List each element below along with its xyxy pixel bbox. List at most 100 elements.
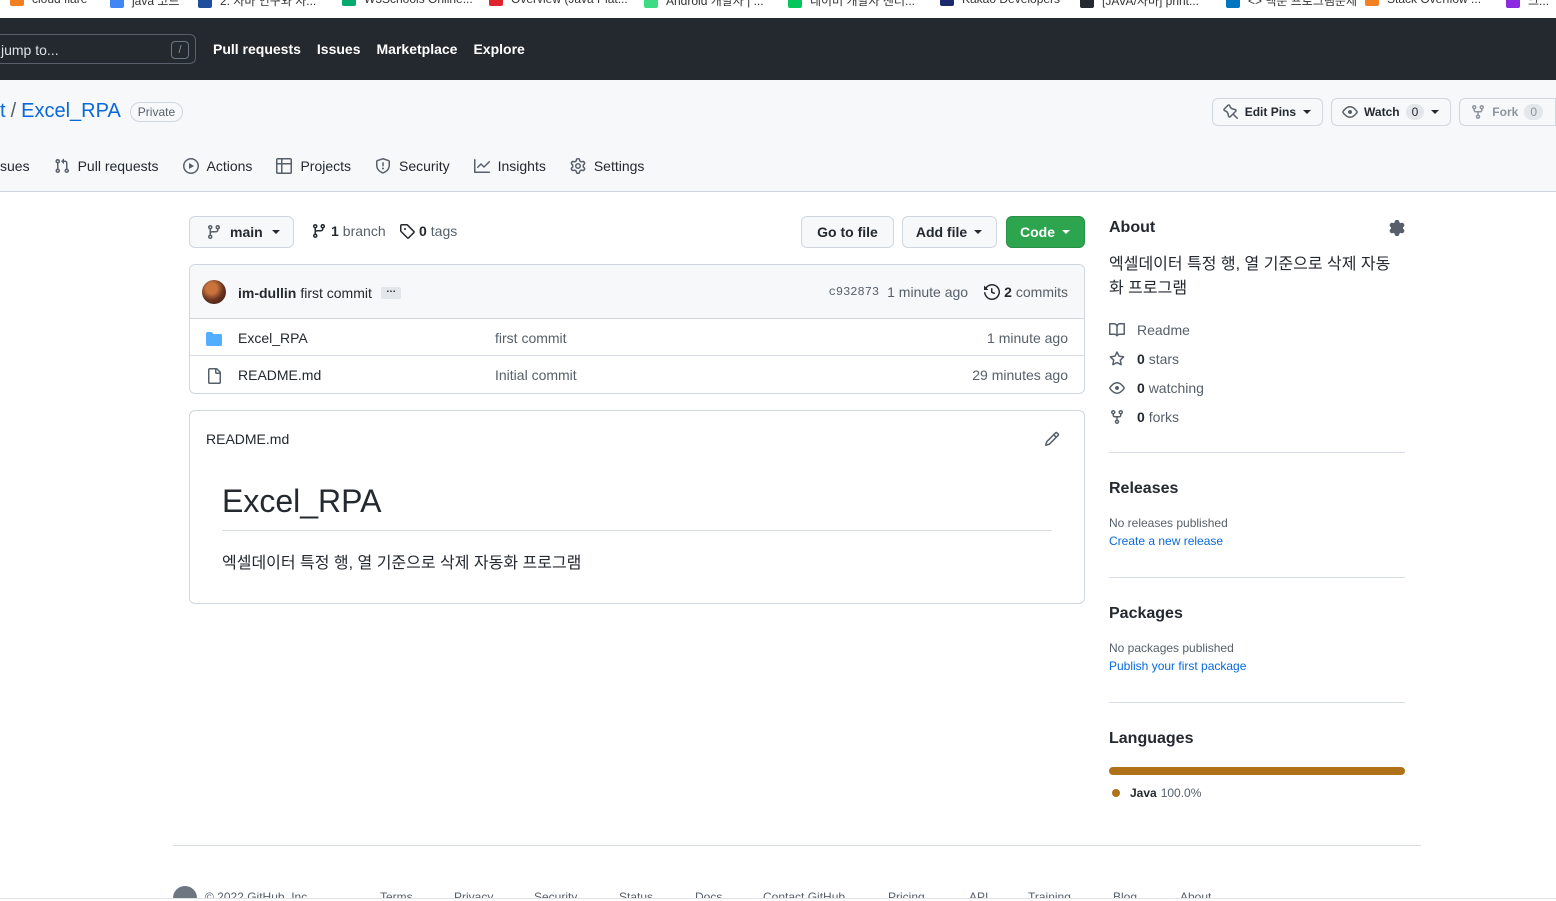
gear-icon[interactable]	[1389, 220, 1405, 236]
footer-link[interactable]: Pricing	[888, 890, 925, 898]
bookmark-favicon-icon	[110, 0, 124, 8]
file-commit-time: 29 minutes ago	[972, 367, 1068, 383]
languages-title: Languages	[1109, 730, 1194, 747]
fork-button[interactable]: Fork 0	[1459, 98, 1556, 126]
bookmark-item[interactable]: [JAVA/자바] print...	[1080, 0, 1199, 9]
bookmark-item[interactable]: W3Schools Online...	[342, 0, 473, 6]
commit-count-label: commits	[1015, 284, 1068, 300]
footer-link[interactable]: Security	[534, 890, 577, 898]
bookmark-item[interactable]: 2. 자바 연구와 자...	[198, 0, 316, 9]
github-logo-icon[interactable]	[173, 886, 197, 898]
file-commit-message[interactable]: first commit	[495, 330, 567, 346]
packages-title[interactable]: Packages	[1109, 605, 1405, 623]
bookmark-label: Overview (Java Plat...	[511, 0, 628, 6]
readme-heading: Excel_RPA	[222, 483, 1052, 531]
stars-link[interactable]: 0 stars	[1109, 344, 1405, 373]
nav-explore[interactable]: Explore	[473, 41, 524, 57]
nav-issues[interactable]: Issues	[317, 41, 361, 57]
footer-link[interactable]: Docs	[695, 890, 722, 898]
fork-label: Fork	[1492, 105, 1519, 119]
file-name-link[interactable]: README.md	[238, 367, 321, 383]
bookmark-item[interactable]: java 코드	[110, 0, 179, 9]
commit-sha-link[interactable]: c932873	[829, 285, 879, 299]
releases-title[interactable]: Releases	[1109, 480, 1405, 498]
file-commit-message[interactable]: Initial commit	[495, 367, 577, 383]
tab-pull-requests-label: Pull requests	[77, 158, 159, 174]
code-button-label: Code	[1020, 224, 1055, 240]
tab-settings[interactable]: Settings	[570, 158, 644, 174]
pencil-icon[interactable]	[1044, 431, 1060, 447]
bookmark-item[interactable]: Overview (Java Plat...	[489, 0, 628, 6]
caret-down-icon	[1431, 110, 1440, 114]
bookmark-item[interactable]: cloud flare	[10, 0, 87, 6]
commit-author-link[interactable]: im-dullin	[238, 285, 296, 301]
language-item-java[interactable]: Java 100.0%	[1112, 786, 1201, 800]
footer-link[interactable]: Blog	[1113, 890, 1137, 898]
repo-name-link[interactable]: Excel_RPA	[21, 100, 121, 123]
forks-link[interactable]: 0 forks	[1109, 402, 1405, 431]
stars-label: stars	[1148, 350, 1180, 367]
branch-select-button[interactable]: main	[189, 216, 294, 248]
footer-link[interactable]: Status	[619, 890, 653, 898]
commit-meta: c932873 1 minute ago 2 commits	[829, 284, 1068, 300]
tab-projects[interactable]: Projects	[276, 158, 351, 174]
bookmark-item[interactable]: Android 개발자 | ...	[644, 0, 764, 9]
tab-insights-label: Insights	[497, 158, 546, 174]
tab-issues-label: sues	[0, 158, 30, 174]
tab-insights[interactable]: Insights	[473, 158, 546, 174]
packages-empty-text: No packages published	[1109, 641, 1234, 655]
bookmark-label: Android 개발자 | ...	[666, 0, 764, 8]
footer-link[interactable]: About	[1180, 890, 1211, 898]
packages-section: Packages No packages published Publish y…	[1109, 605, 1405, 673]
go-to-file-button[interactable]: Go to file	[801, 216, 894, 248]
watch-button[interactable]: Watch 0	[1331, 98, 1452, 126]
bookmark-item[interactable]: 크...	[1506, 0, 1549, 9]
bookmark-item[interactable]: Stack Overflow ...	[1365, 0, 1481, 6]
tags-link[interactable]: 0 tags	[399, 223, 457, 239]
edit-pins-label: Edit Pins	[1244, 105, 1297, 119]
readme-link[interactable]: Readme	[1109, 315, 1405, 344]
footer-link[interactable]: © 2022 GitHub, Inc.	[205, 890, 311, 898]
file-row[interactable]: Excel_RPA first commit 1 minute ago	[190, 319, 1084, 356]
create-release-link[interactable]: Create a new release	[1109, 534, 1405, 548]
commit-message-link[interactable]: first commit	[300, 285, 372, 301]
branches-link[interactable]: 1 branch	[311, 223, 386, 239]
file-row[interactable]: README.md Initial commit 29 minutes ago	[190, 356, 1084, 393]
bookmark-item[interactable]: <> 백준 프로그램문제	[1226, 0, 1357, 9]
nav-pull-requests[interactable]: Pull requests	[213, 41, 301, 57]
avatar[interactable]	[202, 280, 226, 304]
code-button[interactable]: Code	[1006, 216, 1085, 248]
add-file-button[interactable]: Add file	[902, 216, 997, 248]
readme-filename-link[interactable]: README.md	[206, 431, 289, 447]
gear-icon	[570, 158, 586, 174]
star-icon	[1109, 350, 1125, 365]
footer-link[interactable]: Training	[1028, 890, 1071, 898]
edit-pins-button[interactable]: Edit Pins	[1211, 98, 1324, 126]
bookmark-item[interactable]: Kakao Developers	[940, 0, 1060, 6]
search-input[interactable]: jump to... /	[0, 34, 196, 64]
tab-pull-requests[interactable]: Pull requests	[54, 158, 159, 174]
publish-package-link[interactable]: Publish your first package	[1109, 659, 1405, 673]
footer-link[interactable]: Terms	[380, 890, 413, 898]
repo-owner-link[interactable]: t	[0, 100, 6, 123]
history-icon	[984, 284, 1001, 300]
nav-marketplace[interactable]: Marketplace	[377, 41, 458, 57]
latest-commit-bar: im-dullin first commit … c932873 1 minute…	[190, 265, 1084, 319]
footer: © 2022 GitHub, Inc. Terms Privacy Security S…	[173, 886, 1421, 898]
file-name-link[interactable]: Excel_RPA	[238, 330, 308, 346]
footer-link[interactable]: Contact GitHub	[763, 890, 845, 898]
tab-actions[interactable]: Actions	[182, 158, 252, 174]
branch-count: 1	[331, 223, 339, 239]
releases-section: Releases No releases published Create a …	[1109, 480, 1405, 548]
watching-link[interactable]: 0 watching	[1109, 373, 1405, 402]
commit-expand-button[interactable]: …	[381, 285, 401, 299]
commits-history-link[interactable]: 2 commits	[984, 284, 1068, 300]
tab-security[interactable]: Security	[375, 158, 450, 174]
footer-link[interactable]: Privacy	[454, 890, 493, 898]
tab-projects-label: Projects	[300, 158, 352, 174]
bookmark-item[interactable]: 네이버 개발자 센터...	[788, 0, 915, 9]
footer-link[interactable]: API	[969, 890, 988, 898]
tab-issues[interactable]: sues	[0, 158, 30, 174]
eye-icon	[1109, 381, 1125, 394]
readme-body: 엑셀데이터 특정 행, 열 기준으로 삭제 자동화 프로그램	[222, 555, 582, 572]
